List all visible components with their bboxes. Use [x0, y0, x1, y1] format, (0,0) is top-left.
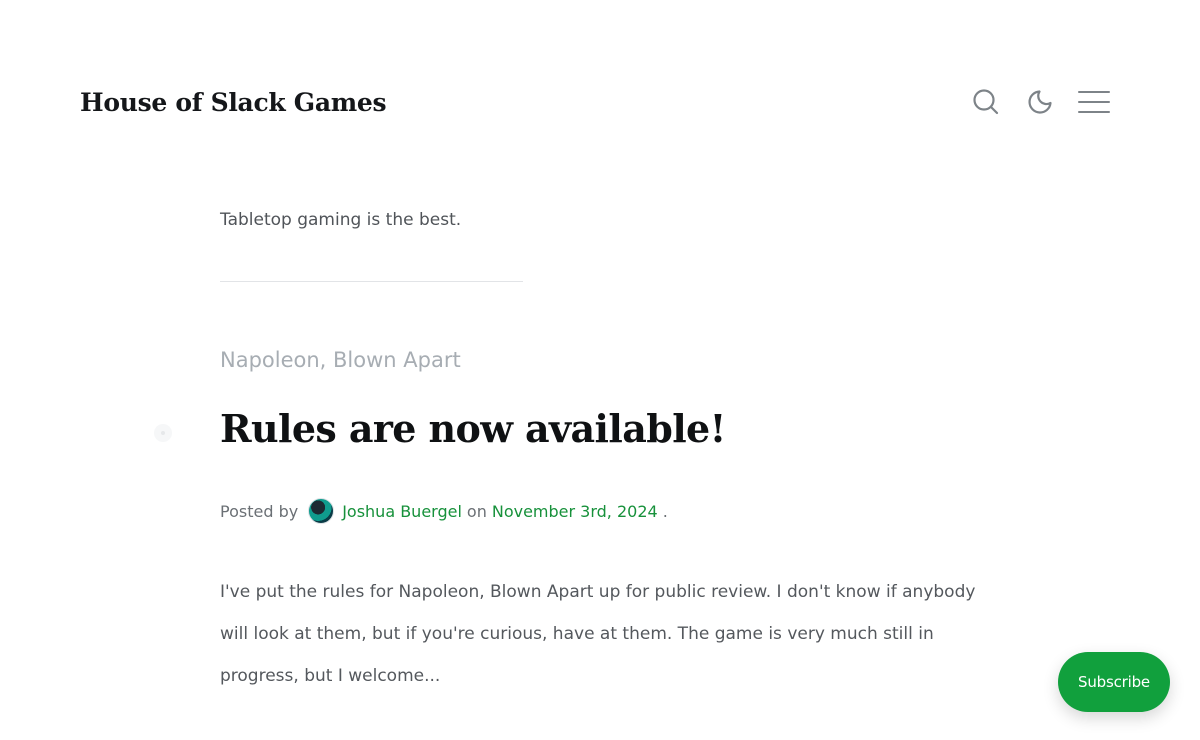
on-label: on — [466, 501, 487, 521]
header-actions — [970, 86, 1110, 118]
post-title-link[interactable]: Rules are now available! — [220, 406, 726, 451]
posted-by-label: Posted by — [220, 501, 299, 521]
site-tagline: Tabletop gaming is the best. — [220, 210, 462, 230]
subscribe-button[interactable]: Subscribe — [1058, 652, 1170, 712]
menu-icon[interactable] — [1078, 86, 1110, 118]
site-title-link[interactable]: House of Slack Games — [80, 88, 387, 117]
author-link[interactable]: Joshua Buergel — [342, 502, 462, 521]
post-tag-link[interactable]: Napoleon, Blown Apart — [220, 348, 461, 372]
meta-end-period: . — [662, 501, 668, 521]
moon-icon[interactable] — [1024, 86, 1056, 118]
timeline-dot — [154, 424, 172, 442]
site-header: House of Slack Games — [80, 78, 1120, 126]
divider — [220, 281, 523, 282]
post-excerpt: I've put the rules for Napoleon, Blown A… — [220, 582, 976, 686]
author-avatar[interactable] — [308, 498, 335, 524]
post-date-link[interactable]: November 3rd, 2024 — [492, 502, 658, 521]
search-icon[interactable] — [970, 86, 1002, 118]
post-meta: Posted by Joshua Buergel on November 3rd… — [220, 498, 668, 524]
